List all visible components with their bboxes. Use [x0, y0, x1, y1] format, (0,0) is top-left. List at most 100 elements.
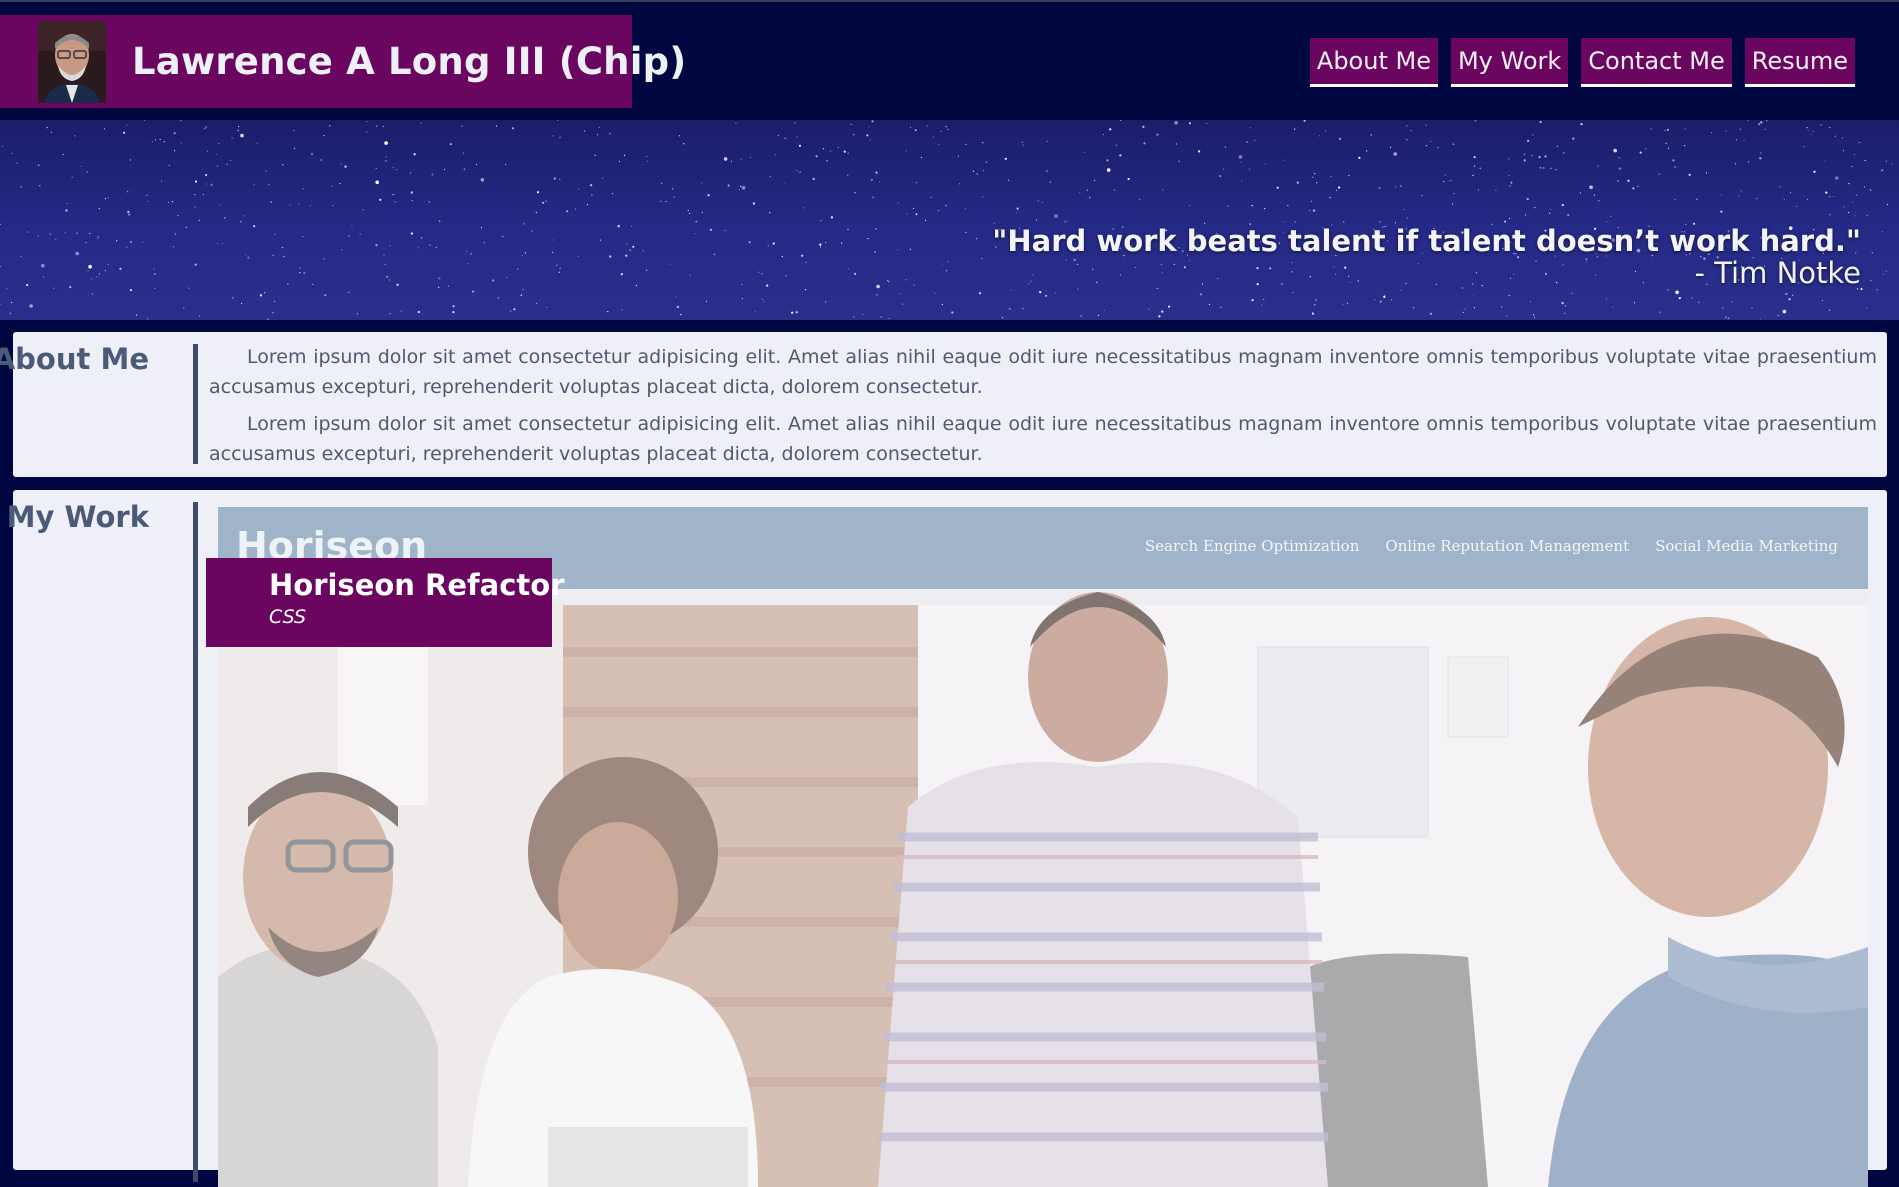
- hero-quote: "Hard work beats talent if talent doesn’…: [992, 224, 1861, 288]
- star: [1473, 307, 1475, 309]
- star: [805, 289, 807, 291]
- star: [1538, 156, 1541, 159]
- star: [0, 265, 2, 268]
- star: [226, 163, 228, 165]
- star: [348, 235, 350, 237]
- star: [26, 231, 29, 233]
- star: [64, 232, 66, 234]
- star: [1871, 252, 1873, 254]
- star: [1021, 141, 1024, 143]
- star: [1264, 208, 1266, 210]
- star: [1783, 198, 1785, 200]
- star: [303, 271, 306, 275]
- star: [143, 120, 145, 121]
- star: [1120, 120, 1122, 121]
- star: [1391, 299, 1393, 301]
- star: [972, 170, 975, 172]
- star: [1688, 173, 1691, 176]
- star: [631, 225, 633, 227]
- star: [1658, 173, 1660, 175]
- star: [1311, 200, 1313, 202]
- star: [612, 193, 614, 195]
- star: [1016, 212, 1018, 214]
- star: [862, 313, 864, 316]
- star: [11, 301, 13, 304]
- star: [495, 125, 498, 127]
- star: [163, 141, 165, 143]
- star: [362, 209, 364, 211]
- nav-about-me[interactable]: About Me: [1309, 38, 1438, 87]
- star: [758, 271, 760, 273]
- project-label-horiseon[interactable]: Horiseon Refactor CSS: [206, 558, 565, 647]
- star: [1526, 197, 1529, 201]
- star: [819, 243, 822, 246]
- star: [1292, 292, 1294, 294]
- star: [1142, 125, 1145, 128]
- star: [1046, 170, 1048, 172]
- star: [600, 239, 602, 241]
- star: [1806, 127, 1808, 129]
- star: [435, 246, 437, 248]
- star: [127, 191, 129, 193]
- star: [1627, 179, 1630, 182]
- star: [215, 153, 217, 155]
- star: [1747, 120, 1749, 121]
- star: [767, 245, 769, 247]
- star: [1102, 133, 1105, 136]
- star: [985, 161, 988, 163]
- nav-resume[interactable]: Resume: [1744, 38, 1855, 87]
- star: [1448, 180, 1451, 182]
- star: [177, 215, 179, 217]
- star: [623, 154, 626, 156]
- star: [609, 255, 612, 258]
- star: [1720, 194, 1722, 196]
- star: [738, 188, 740, 191]
- star: [329, 125, 331, 127]
- star: [1276, 186, 1279, 189]
- star: [1829, 126, 1831, 129]
- star: [1094, 179, 1096, 181]
- star: [1852, 201, 1854, 204]
- star: [421, 237, 423, 239]
- star: [1796, 205, 1798, 207]
- star: [128, 213, 131, 216]
- star: [205, 173, 208, 177]
- star: [1698, 301, 1700, 303]
- star: [1473, 165, 1475, 167]
- star: [1246, 141, 1248, 143]
- star: [1162, 189, 1164, 191]
- star: [0, 303, 1, 305]
- star: [1119, 154, 1122, 157]
- star: [646, 155, 648, 157]
- star: [1444, 174, 1446, 176]
- star: [480, 178, 485, 182]
- star: [89, 232, 91, 235]
- star: [232, 297, 234, 299]
- star: [1395, 186, 1397, 188]
- star: [735, 122, 737, 124]
- star: [1756, 198, 1758, 200]
- star: [203, 128, 206, 130]
- star: [1650, 128, 1652, 130]
- star: [264, 292, 266, 294]
- star: [1178, 160, 1180, 162]
- star: [168, 201, 170, 203]
- star: [1848, 183, 1850, 185]
- star: [1452, 143, 1454, 145]
- star: [1722, 307, 1724, 309]
- star: [1336, 189, 1338, 191]
- star: [274, 300, 276, 303]
- star: [265, 170, 267, 172]
- nav-contact-me[interactable]: Contact Me: [1581, 38, 1732, 87]
- star: [1760, 121, 1763, 124]
- star: [1760, 152, 1762, 154]
- star: [247, 256, 250, 259]
- star: [513, 308, 516, 311]
- nav-my-work[interactable]: My Work: [1450, 38, 1569, 87]
- work-heading: My Work: [6, 500, 149, 534]
- star: [385, 156, 387, 158]
- star: [812, 177, 815, 181]
- star: [847, 152, 849, 154]
- star: [147, 318, 149, 320]
- star: [1462, 311, 1464, 313]
